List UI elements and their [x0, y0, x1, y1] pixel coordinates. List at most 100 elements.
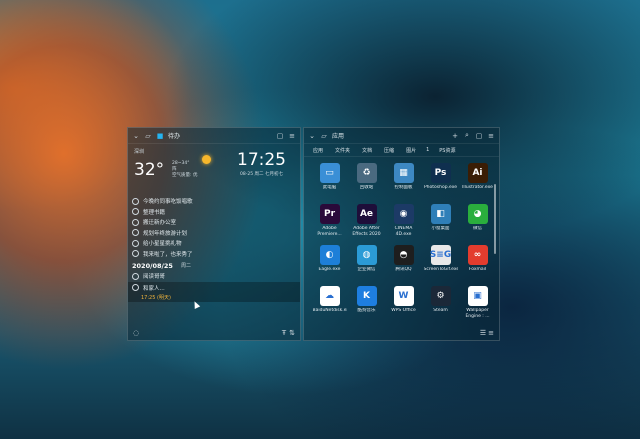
search-icon[interactable]: ⌕	[463, 131, 471, 140]
tab-images[interactable]: 图片	[400, 144, 422, 156]
todo-panel: ⌄ ▱ ■ 待办 ▢ ≡ 深圳 32° 28~34° 阵 空气质量: 优 17:…	[127, 127, 301, 341]
app-tile[interactable]: ◓ 腾讯QQ	[386, 243, 421, 281]
app-tile[interactable]: Ai Illustrator.exe	[460, 161, 495, 199]
kugou-icon: K	[356, 286, 377, 306]
wecom-icon: ◍	[356, 245, 377, 265]
app-label: 此电脑	[322, 185, 337, 190]
checkbox-icon[interactable]	[132, 284, 139, 291]
checkbox-icon[interactable]	[132, 197, 139, 205]
app-tile[interactable]: Pr Adobe Premiere...	[312, 202, 347, 240]
folder-icon[interactable]: ▱	[320, 132, 328, 140]
app-tile[interactable]: ◕ 微信	[460, 202, 495, 240]
todo-item[interactable]: 搬迁新办公室	[132, 217, 296, 228]
computer-icon: ▭	[319, 163, 340, 183]
panel-title: 待办	[168, 133, 181, 140]
tab-documents[interactable]: 文档	[356, 144, 378, 156]
sun-icon	[202, 155, 211, 164]
app-tile[interactable]: ◧ 小窗桌面	[423, 202, 458, 240]
foxmail-icon: ∞	[467, 245, 488, 265]
recycle-bin-icon: ♻	[356, 163, 377, 183]
checkbox-icon[interactable]	[132, 239, 139, 247]
app-tile[interactable]: Ae Adobe After Effects 2020	[349, 202, 384, 240]
todo-item-selected[interactable]: 和家人... 17:25 (明天)	[128, 281, 300, 302]
checkbox-icon[interactable]	[132, 250, 139, 258]
app-icon: ■	[156, 131, 164, 140]
todo-item[interactable]: 我来啦了，也来秀了	[132, 249, 296, 260]
tab-ps-resources[interactable]: PS资源	[433, 144, 461, 156]
tab-archives[interactable]: 压缩	[378, 144, 400, 156]
add-icon[interactable]: +	[451, 132, 459, 140]
collapse-icon[interactable]: ⌄	[132, 132, 140, 140]
checkbox-icon[interactable]	[132, 229, 139, 237]
app-tile[interactable]: Ps Photoshop.exe	[423, 161, 458, 199]
app-label: WPS Office	[391, 308, 416, 313]
app-tile[interactable]: ∞ Foxmail	[460, 243, 495, 281]
app-label: 企业微信	[357, 267, 376, 272]
clock-time: 17:25	[237, 150, 286, 170]
apps-tab-bar: 应用 文件夹 文档 压缩 图片 1 PS资源	[304, 144, 499, 157]
apps-panel: ⌄ ▱ 应用 + ⌕ ▢ ≡ 应用 文件夹 文档 压缩 图片 1 PS资源 ▭ 此…	[303, 127, 500, 341]
baidu-netdisk-icon: ☁	[319, 286, 340, 306]
checkbox-icon[interactable]	[132, 218, 139, 226]
weather-widget: 深圳 32° 28~34° 阵 空气质量: 优 17:25 08-25 周二 七…	[128, 144, 300, 192]
clock-date: 08-25 周二 七月初七	[240, 172, 283, 177]
todo-item[interactable]: 今晚约同事吃饭唱歌	[132, 196, 296, 207]
steam-icon: ⚙	[430, 286, 451, 306]
tab-apps[interactable]: 应用	[307, 144, 329, 156]
photoshop-icon: Ps	[430, 163, 451, 183]
app-label: 酷狗音乐	[357, 308, 376, 313]
todo-panel-footer: ◌ Ŧ ⇅	[128, 326, 300, 340]
app-tile[interactable]: S≡G ScreenToGif.exe	[423, 243, 458, 281]
todo-item[interactable]: 整理书籍	[132, 207, 296, 218]
checkbox-icon[interactable]	[132, 208, 139, 216]
checkbox-icon[interactable]	[132, 272, 139, 280]
app-label: 回收站	[359, 185, 374, 190]
grid-view-icon[interactable]: ≡	[487, 329, 495, 337]
app-tile[interactable]: ♻ 回收站	[349, 161, 384, 199]
collapse-icon[interactable]: ⌄	[308, 132, 316, 140]
app-tile[interactable]: ▭ 此电脑	[312, 161, 347, 199]
app-tile[interactable]: W WPS Office	[386, 284, 421, 322]
app-label: 小窗桌面	[431, 226, 450, 231]
app-tile[interactable]: ▣ Wallpaper Engine : ...	[460, 284, 495, 322]
app-label: BaiduNetdisk.exe	[312, 308, 347, 313]
app-tile[interactable]: ☁ BaiduNetdisk.exe	[312, 284, 347, 322]
todo-list: 今晚约同事吃饭唱歌 整理书籍 搬迁新办公室 规划年终旅游计划 给小星星挑礼物 我…	[128, 192, 300, 302]
qq-icon: ◓	[393, 245, 414, 265]
weather-details: 28~34° 阵 空气质量: 优	[172, 161, 198, 178]
app-label: 微信	[473, 226, 482, 231]
app-label: Foxmail	[468, 267, 487, 272]
app-tile[interactable]: ◐ Eagle.exe	[312, 243, 347, 281]
list-view-icon[interactable]: ☰	[479, 329, 487, 337]
cinema4d-icon: ◉	[393, 204, 414, 224]
eagle-icon: ◐	[319, 245, 340, 265]
todo-item[interactable]: 规划年终旅游计划	[132, 228, 296, 239]
menu-icon[interactable]: ≡	[487, 132, 495, 140]
todo-item[interactable]: 给小星星挑礼物	[132, 238, 296, 249]
settings-icon[interactable]: ◌	[132, 329, 140, 337]
after-effects-icon: Ae	[356, 204, 377, 224]
sort-icon[interactable]: ⇅	[288, 329, 296, 337]
app-label: Eagle.exe	[318, 267, 341, 272]
menu-icon[interactable]: ≡	[288, 132, 296, 140]
app-tile[interactable]: K 酷狗音乐	[349, 284, 384, 322]
scrollbar[interactable]	[494, 184, 496, 254]
window-icon[interactable]: ▢	[475, 132, 483, 140]
todo-item[interactable]: 阅读哥哥	[132, 271, 296, 282]
app-tile[interactable]: ▦ 控制面板	[386, 161, 421, 199]
app-grid: ▭ 此电脑 ♻ 回收站 ▦ 控制面板 Ps Photoshop.exe Ai Illustrato…	[304, 157, 499, 322]
tab-folders[interactable]: 文件夹	[329, 144, 356, 156]
app-label: Illustrator.exe	[462, 185, 493, 190]
wps-icon: W	[393, 286, 414, 306]
font-size-icon[interactable]: Ŧ	[280, 329, 288, 337]
date-section-header: 2020/08/25 周二	[132, 261, 191, 270]
app-label: Photoshop.exe	[423, 185, 458, 190]
app-tile[interactable]: ⚙ Steam	[423, 284, 458, 322]
folder-icon[interactable]: ▱	[144, 132, 152, 140]
app-label: ScreenToGif.exe	[423, 267, 458, 272]
app-tile[interactable]: ◉ CINEMA 4D.exe	[386, 202, 421, 240]
tab-1[interactable]: 1	[422, 144, 433, 156]
window-icon[interactable]: ▢	[276, 132, 284, 140]
app-tile[interactable]: ◍ 企业微信	[349, 243, 384, 281]
app-label: 腾讯QQ	[395, 267, 412, 272]
